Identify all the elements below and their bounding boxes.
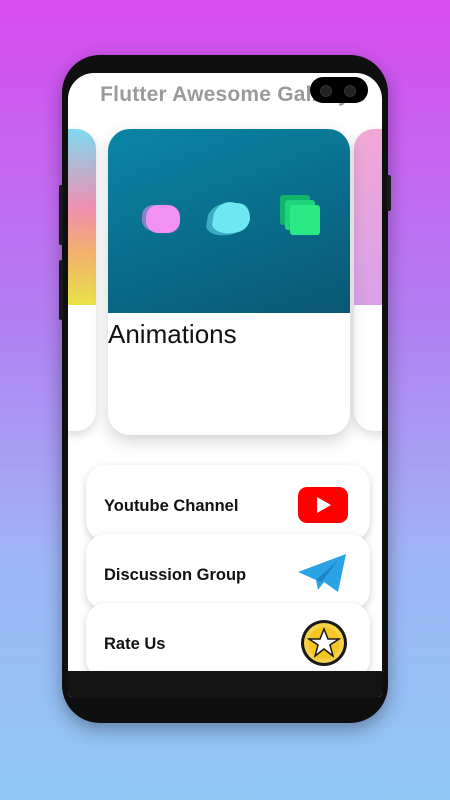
carousel-card-animations[interactable]: Animations [108, 129, 350, 435]
app-screen: Flutter Awesome Gallery Animations Youtu… [68, 73, 382, 697]
side-button [387, 175, 391, 211]
youtube-icon [298, 487, 348, 528]
menu-item-label: Rate Us [104, 635, 166, 653]
card-artwork [68, 129, 96, 305]
carousel-card-next[interactable] [354, 129, 382, 431]
side-button [59, 185, 63, 245]
navigation-bar [68, 671, 382, 697]
menu-item-label: Discussion Group [104, 566, 247, 584]
side-button [59, 260, 63, 320]
card-artwork [354, 129, 382, 305]
star-badge-icon [300, 619, 348, 672]
carousel-card-previous[interactable] [68, 129, 96, 431]
camera-cutout [310, 77, 368, 103]
card-title: Animations [108, 319, 237, 349]
animation-shapes-icon [108, 129, 350, 313]
telegram-icon [298, 552, 348, 599]
menu-item-label: Youtube Channel [104, 497, 239, 515]
phone-frame: Flutter Awesome Gallery Animations Youtu… [59, 55, 391, 723]
menu-item-youtube[interactable]: Youtube Channel [86, 465, 370, 541]
menu-item-discussion-group[interactable]: Discussion Group [86, 534, 370, 610]
menu-item-rate-us[interactable]: Rate Us [86, 603, 370, 679]
